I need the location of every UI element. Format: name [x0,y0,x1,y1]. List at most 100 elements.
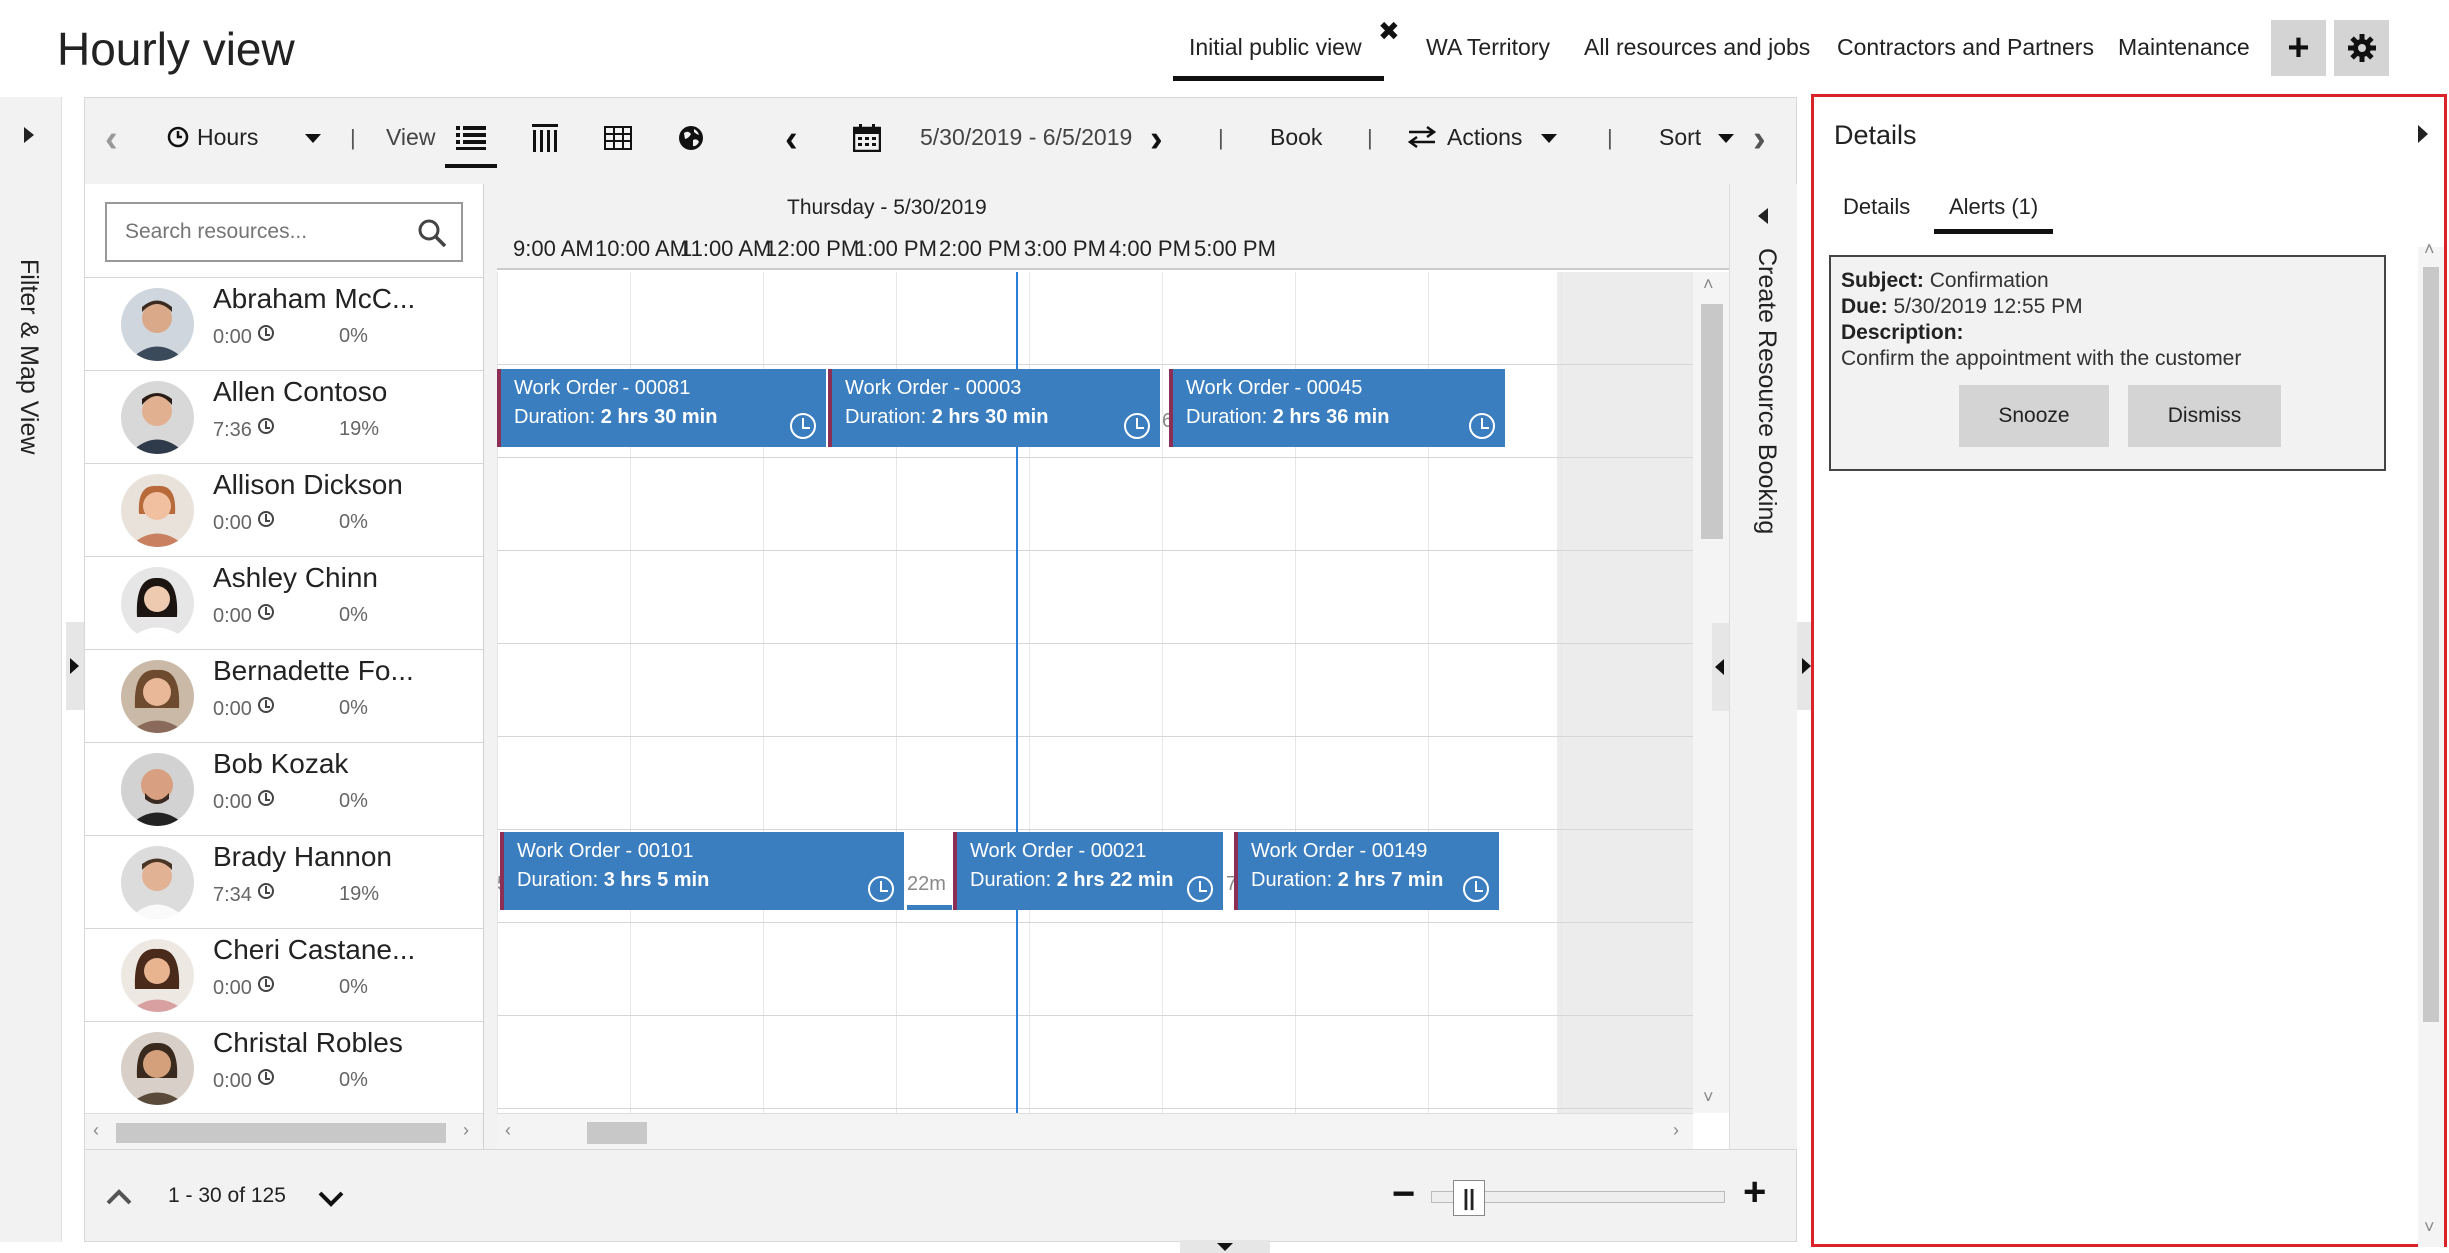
clock-icon [257,790,274,806]
hours-dropdown[interactable]: Hours [167,124,321,151]
tab-all-resources-and-jobs[interactable]: All resources and jobs [1584,34,1810,61]
scroll-right-icon[interactable]: › [463,1120,469,1141]
hour-label: 12:00 PM [765,236,860,261]
booking-duration: Duration: 2 hrs 36 min [1186,406,1390,428]
resource-utilization: 19% [339,418,380,440]
scroll-down-icon[interactable]: ˅ [2424,1217,2435,1238]
vertical-view-icon[interactable] [525,118,565,158]
book-button[interactable]: Book [1270,124,1322,151]
resource-horizontal-scrollbar[interactable]: ‹ › [85,1113,483,1149]
resource-row[interactable]: Abraham McC... 0:00 0% [85,277,483,370]
booking-title: Work Order - 00045 [1186,377,1363,399]
scroll-right-icon[interactable]: › [1673,1120,1679,1141]
date-range-label[interactable]: 5/30/2019 - 6/5/2019 [920,124,1132,151]
collapse-arrow-icon[interactable] [2418,125,2428,143]
resource-row[interactable]: Ashley Chinn 0:00 0% [85,556,483,649]
tab-alerts[interactable]: Alerts (1) [1933,194,2054,234]
resource-row[interactable]: Allison Dickson 0:00 0% [85,463,483,556]
scrollbar-thumb[interactable] [1701,304,1723,539]
booking-block[interactable]: Work Order - 00045 Duration: 2 hrs 36 mi… [1169,369,1505,447]
create-resource-booking-label: Create Resource Booking [1753,248,1781,535]
create-booking-collapse-handle[interactable] [1712,623,1729,711]
zoom-in-button[interactable]: + [1743,1170,1766,1215]
resource-name: Christal Robles [213,1027,403,1058]
sort-dropdown[interactable]: Sort [1659,124,1734,151]
search-icon[interactable] [417,218,447,248]
zoom-out-button[interactable]: − [1392,1172,1415,1217]
globe-map-icon[interactable] [671,118,711,158]
booking-block[interactable]: Work Order - 00003 Duration: 2 hrs 30 mi… [828,369,1160,447]
actions-label: Actions [1447,124,1523,150]
toolbar-scroll-left-icon[interactable]: ‹ [105,120,118,158]
next-date-icon[interactable]: › [1150,120,1163,158]
filter-map-panel-toggle[interactable]: Filter & Map View [0,97,62,1242]
resource-hours: 0:00 [213,511,274,535]
previous-date-icon[interactable]: ‹ [785,120,798,158]
resource-name: Cheri Castane... [213,934,416,965]
grid-horizontal-scrollbar[interactable]: ‹ › [497,1113,1693,1149]
search-input[interactable] [125,220,395,244]
scroll-down-icon[interactable]: ˅ [1703,1087,1714,1108]
separator: | [1607,125,1613,150]
date-header: Thursday - 5/30/2019 [497,184,1797,226]
resource-row[interactable]: Christal Robles 0:00 0% [85,1021,483,1114]
resource-utilization: 0% [339,1069,368,1091]
resource-row[interactable]: Allen Contoso 7:36 19% [85,370,483,463]
tab-initial-public-view[interactable]: Initial public view [1173,34,1384,81]
travel-time-label: 22m [907,832,952,910]
booking-duration: Duration: 2 hrs 30 min [514,406,718,428]
tab-maintenance[interactable]: Maintenance [2118,34,2250,61]
booking-block[interactable]: Work Order - 00081 Duration: 2 hrs 30 mi… [497,369,826,447]
resource-row[interactable]: Bernadette Fo... 0:00 0% [85,649,483,742]
pagination-info: 1 - 30 of 125 [168,1184,286,1207]
details-vertical-scrollbar[interactable]: ˄ ˅ [2418,239,2444,1247]
zoom-slider-handle[interactable]: || [1453,1180,1485,1216]
booking-grid[interactable]: Work Order - 00081 Duration: 2 hrs 30 mi… [497,272,1693,1113]
tab-contractors-and-partners[interactable]: Contractors and Partners [1837,34,2094,61]
scroll-left-icon[interactable]: ‹ [505,1120,511,1141]
filter-collapse-handle[interactable] [66,622,84,710]
clock-icon [1463,876,1489,902]
resource-row[interactable]: Bob Kozak 0:00 0% [85,742,483,835]
chevron-down-icon[interactable] [317,1190,345,1208]
resource-row[interactable]: Cheri Castane... 0:00 0% [85,928,483,1021]
resource-row[interactable]: Brady Hannon 7:34 19% [85,835,483,928]
avatar [121,939,194,1012]
calendar-icon[interactable] [847,118,887,158]
actions-dropdown[interactable]: Actions [1407,124,1557,151]
hour-label: 5:00 PM [1194,236,1276,261]
booking-block[interactable]: Work Order - 00021 Duration: 2 hrs 22 mi… [953,832,1223,910]
settings-button[interactable] [2334,20,2389,76]
hours-header: 9:00 AM 10:00 AM 11:00 AM 12:00 PM 1:00 … [497,226,1797,270]
clock-icon [167,126,189,148]
booking-block[interactable]: Work Order - 00149 Duration: 2 hrs 7 min [1234,832,1499,910]
chevron-down-icon [1540,134,1557,144]
scrollbar-thumb[interactable] [587,1122,647,1144]
clock-icon [790,413,816,439]
scrollbar-thumb[interactable] [116,1123,446,1143]
toolbar-scroll-right-icon[interactable]: › [1753,120,1766,158]
bottom-panel-toggle[interactable] [1180,1240,1270,1253]
chevron-up-icon[interactable] [105,1188,133,1206]
booking-block[interactable]: Work Order - 00101 Duration: 3 hrs 5 min [500,832,904,910]
clock-icon [257,511,274,527]
add-tab-button[interactable]: + [2271,20,2326,76]
list-view-icon[interactable] [445,118,497,168]
scroll-up-icon[interactable]: ˄ [2424,239,2435,260]
hour-label: 3:00 PM [1024,236,1106,261]
page-title: Hourly view [57,23,295,75]
resource-hours: 0:00 [213,325,274,349]
scroll-left-icon[interactable]: ‹ [93,1120,99,1141]
tab-wa-territory[interactable]: WA Territory [1426,34,1550,61]
avatar [121,381,194,454]
create-resource-booking-panel-toggle[interactable]: Create Resource Booking [1729,184,1797,1149]
grid-view-icon[interactable] [598,118,638,158]
scrollbar-thumb[interactable] [2423,267,2439,1022]
snooze-button[interactable]: Snooze [1959,385,2109,447]
close-tab-icon[interactable]: ✖ [1378,16,1400,47]
filter-map-view-label: Filter & Map View [15,259,43,455]
scroll-up-icon[interactable]: ˄ [1703,274,1714,295]
tab-details[interactable]: Details [1843,194,1910,220]
clock-icon [257,1069,274,1085]
dismiss-button[interactable]: Dismiss [2128,385,2281,447]
